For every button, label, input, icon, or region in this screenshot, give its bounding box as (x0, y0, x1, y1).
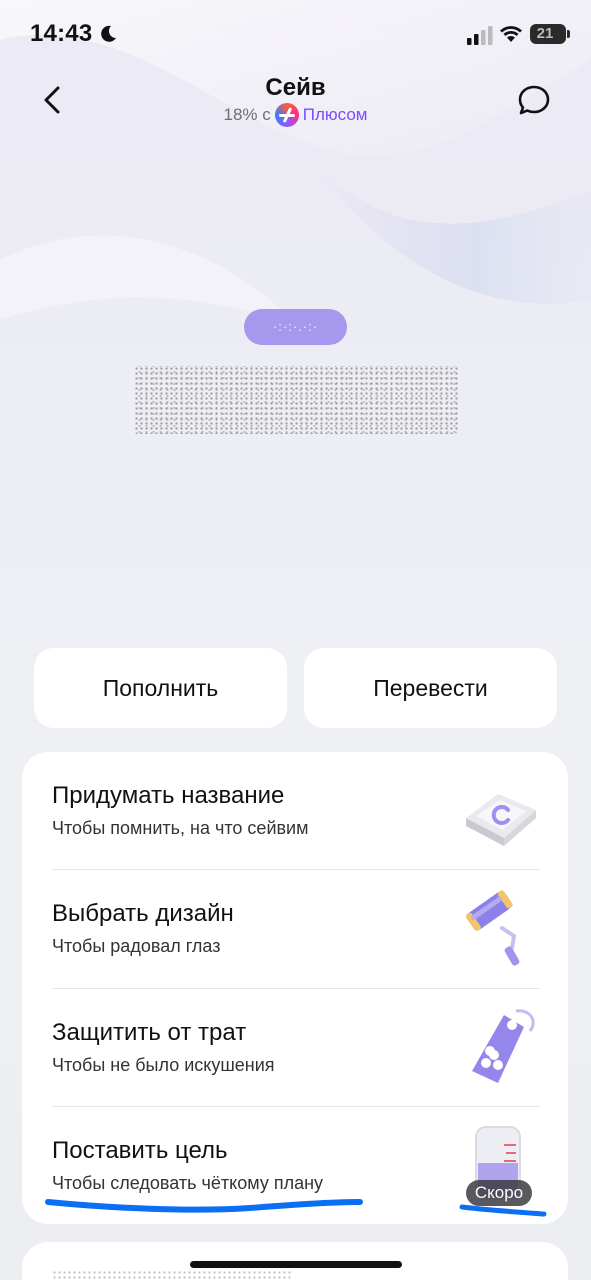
topup-button[interactable]: Пополнить (34, 648, 287, 728)
setup-item-name[interactable]: Придумать название Чтобы помнить, на что… (22, 752, 568, 870)
setup-item-title: Придумать название (52, 782, 285, 809)
next-card-content-redacted (52, 1270, 292, 1280)
paint-roller-icon (465, 890, 520, 966)
status-bar: 14:43 21 (0, 0, 591, 70)
setup-item-subtitle: Чтобы радовал глаз (52, 936, 221, 956)
keycap-icon (466, 794, 536, 846)
setup-item-title: Защитить от трат (52, 1019, 247, 1046)
save-label-text: ·:·:·.·:· (272, 319, 319, 334)
signal-icon (467, 26, 493, 45)
setup-item-protect[interactable]: Защитить от трат Чтобы не было искушения (22, 989, 568, 1107)
rate-text: 18% с (223, 105, 271, 124)
status-time: 14:43 (30, 20, 93, 47)
page-subtitle: 18% с Плюсом (0, 103, 591, 127)
page-title: Сейв (265, 74, 326, 101)
chat-bubble-icon[interactable] (516, 82, 552, 118)
save-label-pill: ·:·:·.·:· (244, 309, 347, 345)
moon-icon (101, 25, 116, 42)
battery-level: 21 (536, 25, 554, 42)
setup-item-design[interactable]: Выбрать дизайн Чтобы радовал глаз (22, 870, 568, 988)
setup-item-title: Выбрать дизайн (52, 900, 234, 927)
plus-brand-link[interactable]: Плюсом (303, 105, 368, 125)
setup-item-subtitle: Чтобы помнить, на что сейвим (52, 818, 309, 838)
balance-amount (134, 366, 458, 434)
home-indicator[interactable] (190, 1261, 402, 1268)
setup-item-title: Поставить цель (52, 1137, 228, 1164)
soon-badge: Скоро (466, 1180, 532, 1206)
setup-item-goal[interactable]: Поставить цель Чтобы следовать чёткому п… (22, 1107, 568, 1225)
setup-item-subtitle: Чтобы не было искушения (52, 1055, 275, 1075)
tag-lock-icon (472, 1009, 535, 1083)
transfer-button[interactable]: Перевести (304, 648, 557, 728)
plus-logo-icon (274, 103, 299, 127)
wifi-icon (500, 26, 522, 42)
setup-item-subtitle: Чтобы следовать чёткому плану (52, 1173, 324, 1193)
setup-card: Придумать название Чтобы помнить, на что… (22, 752, 568, 1224)
battery-icon: 21 (530, 24, 570, 44)
